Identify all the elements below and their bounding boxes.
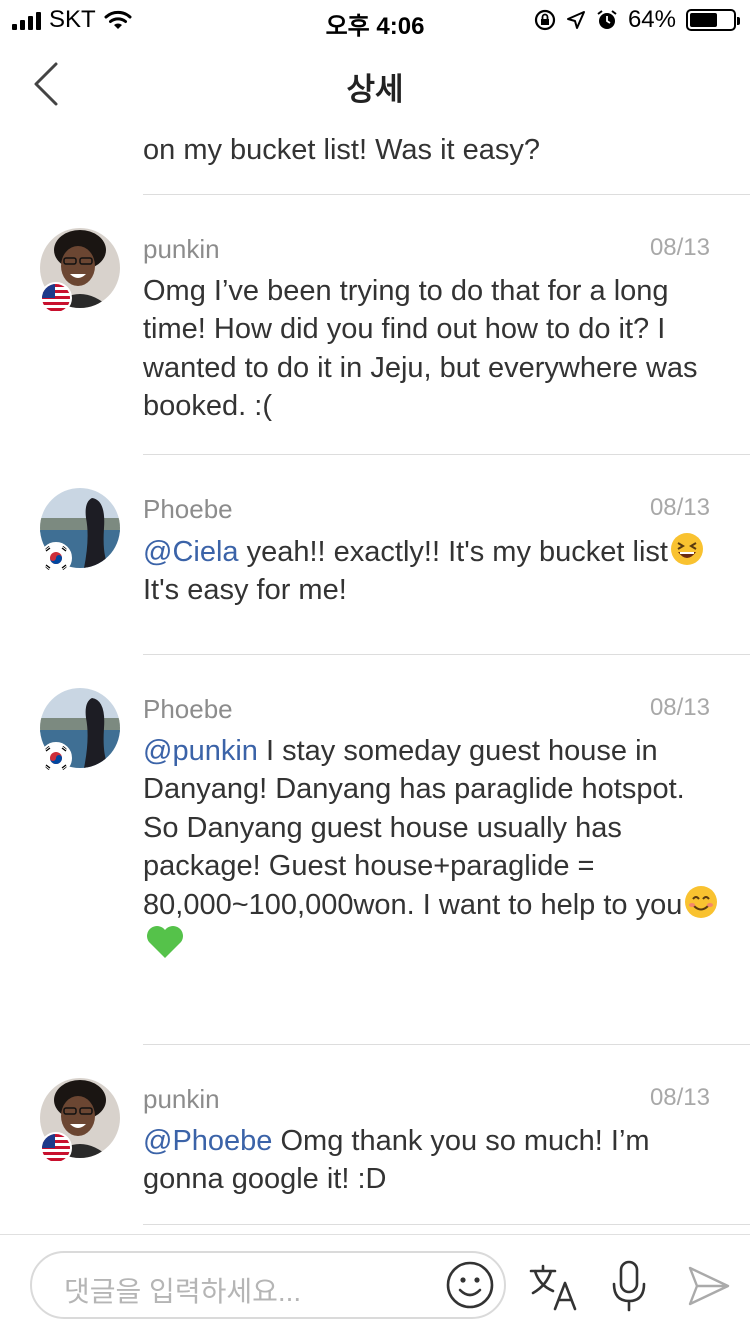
comment-item[interactable]: punkin 08/13 Omg I’ve been trying to do … — [0, 228, 750, 448]
comment-text: @Phoebe Omg thank you so much! I’m gonna… — [143, 1122, 723, 1199]
orientation-lock-icon — [534, 9, 556, 31]
comment-input[interactable]: 댓글을 입력하세요... — [30, 1251, 506, 1319]
comment-item[interactable]: punkin 08/13 @Phoebe Omg thank you so mu… — [0, 1078, 750, 1234]
nav-bar: 상세 — [0, 40, 750, 128]
send-button[interactable] — [686, 1263, 732, 1309]
comment-text: @Ciela yeah!! exactly!! It's my bucket l… — [143, 532, 723, 610]
us-flag-icon — [40, 282, 72, 314]
comment-item[interactable]: Phoebe 08/13 @Ciela yeah!! exactly!! It'… — [0, 488, 750, 648]
battery-percent: 64% — [627, 6, 676, 33]
kr-flag-icon — [40, 742, 72, 774]
translate-icon — [529, 1264, 577, 1311]
comment-date: 08/13 — [649, 494, 710, 521]
smiling-face-icon — [685, 886, 718, 919]
comment-item[interactable]: Phoebe 08/13 @punkin I stay someday gues… — [0, 688, 750, 1028]
divider — [143, 654, 750, 655]
status-right: 64% — [534, 6, 740, 34]
microphone-button[interactable] — [609, 1259, 649, 1313]
alarm-icon — [597, 10, 617, 29]
us-flag-icon — [40, 1132, 72, 1164]
status-bar: SKT 오후 4:06 64% — [0, 0, 750, 40]
comment-date: 08/13 — [649, 1084, 710, 1111]
comment-username[interactable]: Phoebe — [143, 694, 233, 725]
comment-text: Omg I’ve been trying to do that for a lo… — [143, 275, 698, 422]
comment-text-part: It's easy for me! — [143, 574, 347, 607]
grinning-squinting-face-icon — [670, 533, 703, 565]
mention-link[interactable]: @Phoebe — [143, 1125, 272, 1157]
page-title: 상세 — [346, 72, 404, 107]
comment-list[interactable]: on my bucket list! Was it easy? punkin 0… — [0, 128, 750, 1234]
comment-username[interactable]: punkin — [143, 1084, 220, 1115]
input-placeholder: 댓글을 입력하세요... — [64, 1276, 302, 1307]
battery-icon — [686, 9, 740, 31]
mention-link[interactable]: @punkin — [143, 735, 258, 767]
battery-level — [690, 13, 717, 27]
microphone-icon — [612, 1260, 646, 1312]
partial-comment: on my bucket list! Was it easy? — [143, 128, 743, 169]
divider — [143, 1224, 750, 1225]
divider — [143, 1044, 750, 1045]
comment-date: 08/13 — [649, 694, 710, 721]
comment-date: 08/13 — [649, 234, 710, 261]
comment-username[interactable]: punkin — [143, 234, 220, 265]
mention-link[interactable]: @Ciela — [143, 536, 239, 568]
kr-flag-icon — [40, 542, 72, 574]
comment-text: on my bucket list! Was it easy? — [143, 134, 541, 166]
green-heart-icon — [147, 926, 183, 959]
location-icon — [566, 11, 585, 29]
comment-text-part: yeah!! exactly!! It's my bucket list — [238, 536, 668, 568]
emoji-button[interactable] — [445, 1260, 495, 1310]
comment-text: @punkin I stay someday guest house in Da… — [143, 732, 723, 966]
translate-button[interactable] — [528, 1263, 580, 1311]
comment-input-bar: 댓글을 입력하세요... — [0, 1234, 750, 1335]
divider — [143, 454, 750, 455]
send-icon — [688, 1266, 730, 1306]
smile-icon — [446, 1261, 494, 1309]
comment-username[interactable]: Phoebe — [143, 494, 233, 525]
divider — [143, 194, 750, 195]
